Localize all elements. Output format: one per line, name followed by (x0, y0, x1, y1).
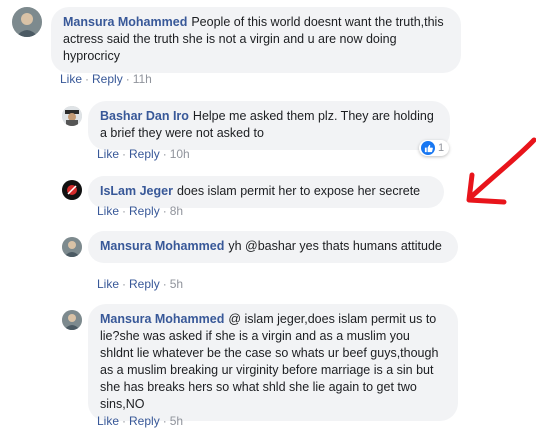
comment-actions: Like · Reply · 5h (97, 414, 183, 428)
separator: · (122, 277, 127, 291)
comment-text: @ islam jeger,does islam permit us to li… (100, 312, 439, 411)
avatar[interactable] (62, 310, 82, 330)
timestamp[interactable]: 5h (170, 414, 183, 428)
comment-author[interactable]: Mansura Mohammed (100, 312, 224, 326)
reaction-count-badge[interactable]: 1 (419, 140, 450, 156)
timestamp[interactable]: 11h (133, 72, 152, 86)
comment-thread: Mansura Mohammed People of this world doe… (0, 0, 536, 442)
profile-photo-icon (62, 106, 82, 126)
comment-author[interactable]: Mansura Mohammed (63, 15, 187, 29)
like-link[interactable]: Like (60, 72, 82, 86)
reaction-count: 1 (438, 142, 445, 154)
separator: · (162, 147, 167, 161)
separator: · (162, 414, 167, 428)
comment-author[interactable]: Bashar Dan Iro (100, 109, 189, 123)
comment-actions: Like · Reply · 10h (97, 147, 190, 161)
separator: · (125, 72, 130, 86)
comment-text: does islam permit her to expose her secr… (176, 184, 421, 198)
timestamp[interactable]: 5h (170, 277, 183, 291)
annotation-arrow-icon (466, 137, 536, 205)
comment-actions: Like · Reply · 8h (97, 204, 183, 218)
profile-photo-icon (62, 310, 82, 330)
comment-text: yh @bashar yes thats humans attitude (228, 239, 442, 253)
comment-actions: Like · Reply · 5h (97, 277, 183, 291)
separator: · (162, 277, 167, 291)
like-link[interactable]: Like (97, 277, 119, 291)
profile-photo-icon (62, 237, 82, 257)
thumbs-up-icon (421, 141, 435, 155)
comment-author[interactable]: IsLam Jeger (100, 184, 173, 198)
profile-photo-icon (12, 7, 42, 37)
avatar[interactable] (62, 180, 82, 200)
separator: · (122, 147, 127, 161)
comment-author[interactable]: Mansura Mohammed (100, 239, 224, 253)
reply-link[interactable]: Reply (92, 72, 123, 86)
comment-actions: Like · Reply · 11h (60, 72, 152, 86)
comment-bubble: Mansura Mohammed People of this world doe… (51, 7, 461, 73)
separator: · (85, 72, 90, 86)
reply-link[interactable]: Reply (129, 277, 160, 291)
separator: · (122, 204, 127, 218)
reply-link[interactable]: Reply (129, 147, 160, 161)
timestamp[interactable]: 10h (170, 147, 190, 161)
reply-link[interactable]: Reply (129, 204, 160, 218)
profile-photo-icon (62, 180, 82, 200)
comment-bubble: Bashar Dan Iro Helpe me asked them plz. T… (88, 101, 450, 150)
reply-link[interactable]: Reply (129, 414, 160, 428)
avatar[interactable] (62, 106, 82, 126)
separator: · (122, 414, 127, 428)
timestamp[interactable]: 8h (170, 204, 183, 218)
avatar[interactable] (12, 7, 42, 37)
separator: · (162, 204, 167, 218)
comment-bubble: Mansura Mohammed @ islam jeger,does islam… (88, 304, 458, 421)
comment-bubble: Mansura Mohammed yh @bashar yes thats hum… (88, 231, 458, 263)
like-link[interactable]: Like (97, 204, 119, 218)
like-link[interactable]: Like (97, 414, 119, 428)
avatar[interactable] (62, 237, 82, 257)
like-link[interactable]: Like (97, 147, 119, 161)
